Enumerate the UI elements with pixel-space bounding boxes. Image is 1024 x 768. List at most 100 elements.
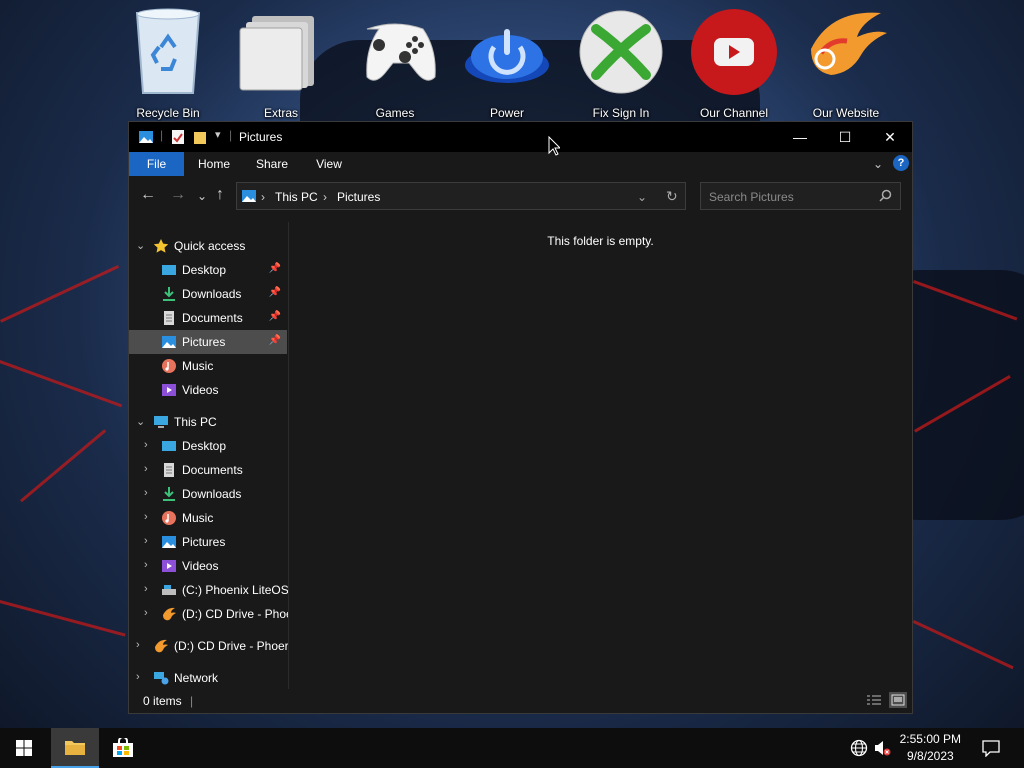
qat-customize-icon[interactable]: ▾ bbox=[215, 128, 221, 141]
nav-pc-d-drive[interactable]: › (D:) CD Drive - Phoe bbox=[129, 602, 289, 626]
volume-muted-icon[interactable] bbox=[873, 739, 891, 762]
chevron-right-icon[interactable]: › bbox=[144, 439, 148, 451]
nav-pc-pictures[interactable]: › Pictures bbox=[129, 530, 287, 554]
minimize-button[interactable]: — bbox=[777, 122, 823, 152]
recent-locations-button[interactable]: ⌄ bbox=[197, 189, 207, 203]
system-clock[interactable]: 2:55:00 PM 9/8/2023 bbox=[900, 731, 961, 765]
taskbar-file-explorer-button[interactable] bbox=[51, 728, 99, 768]
pin-icon[interactable]: 📌 bbox=[269, 287, 281, 298]
desktop-icon bbox=[161, 262, 177, 278]
nav-pc-music[interactable]: › Music bbox=[129, 506, 287, 530]
recycle-bin-icon bbox=[123, 6, 213, 98]
nav-this-pc[interactable]: ⌄ This PC bbox=[129, 410, 287, 434]
search-input[interactable] bbox=[701, 183, 881, 211]
network-globe-icon[interactable] bbox=[850, 739, 868, 762]
chevron-down-icon[interactable]: ⌄ bbox=[136, 415, 145, 428]
nav-qa-downloads[interactable]: Downloads 📌 bbox=[129, 282, 287, 306]
pictures-location-icon bbox=[241, 188, 257, 209]
nav-qa-desktop[interactable]: Desktop 📌 bbox=[129, 258, 287, 282]
qat-divider: | bbox=[160, 128, 164, 142]
address-bar[interactable]: › This PC › Pictures ⌄ ↻ bbox=[236, 182, 686, 210]
wallpaper-line bbox=[20, 429, 107, 503]
gamepad-icon bbox=[350, 6, 440, 98]
desktop-icon-fix-sign-in[interactable]: Fix Sign In bbox=[566, 6, 676, 120]
maximize-button[interactable]: ☐ bbox=[822, 122, 868, 152]
network-icon bbox=[153, 670, 169, 686]
tab-home[interactable]: Home bbox=[191, 152, 237, 176]
desktop-icon-extras[interactable]: Extras bbox=[226, 6, 336, 120]
phoenix-icon bbox=[801, 6, 891, 98]
nav-qa-music[interactable]: Music bbox=[129, 354, 287, 378]
chevron-right-icon[interactable]: › bbox=[144, 511, 148, 523]
up-button[interactable]: ↑ bbox=[216, 186, 224, 204]
nav-label: Pictures bbox=[182, 335, 226, 349]
empty-folder-message: This folder is empty. bbox=[547, 234, 654, 248]
youtube-icon bbox=[689, 6, 779, 98]
chevron-right-icon[interactable]: › bbox=[144, 559, 148, 571]
forward-button[interactable]: → bbox=[170, 186, 186, 204]
close-icon: ✕ bbox=[884, 128, 896, 145]
nav-network[interactable]: › Network bbox=[129, 666, 287, 690]
details-view-icon[interactable] bbox=[867, 694, 881, 712]
desktop-icon-our-website[interactable]: Our Website bbox=[791, 6, 901, 120]
properties-icon[interactable] bbox=[171, 129, 185, 150]
address-dropdown-icon[interactable]: ⌄ bbox=[637, 190, 647, 204]
nav-pc-c-drive[interactable]: › (C:) Phoenix LiteOS bbox=[129, 578, 289, 602]
new-folder-icon[interactable] bbox=[193, 129, 207, 150]
help-icon[interactable]: ? bbox=[893, 155, 909, 171]
pin-icon[interactable]: 📌 bbox=[269, 311, 281, 322]
nav-qa-documents[interactable]: Documents 📌 bbox=[129, 306, 287, 330]
nav-qa-pictures[interactable]: Pictures 📌 bbox=[129, 330, 287, 354]
nav-pc-desktop[interactable]: › Desktop bbox=[129, 434, 287, 458]
start-button[interactable] bbox=[0, 728, 48, 768]
chevron-right-icon[interactable]: › bbox=[136, 671, 140, 683]
xbox-icon bbox=[576, 6, 666, 98]
tab-file[interactable]: File bbox=[129, 152, 184, 176]
search-icon[interactable] bbox=[879, 189, 892, 207]
chevron-right-icon[interactable]: › bbox=[144, 487, 148, 499]
desktop-icon-power[interactable]: Power bbox=[452, 6, 562, 120]
chevron-right-icon[interactable]: › bbox=[144, 463, 148, 475]
pictures-icon bbox=[161, 334, 177, 350]
chevron-right-icon[interactable]: › bbox=[144, 583, 148, 595]
breadcrumb-separator-icon: › bbox=[323, 190, 327, 204]
music-icon bbox=[161, 510, 177, 526]
back-button[interactable]: ← bbox=[140, 186, 156, 204]
desktop-icon-recycle-bin[interactable]: Recycle Bin bbox=[113, 6, 223, 120]
action-center-icon[interactable] bbox=[982, 739, 1000, 762]
nav-pc-videos[interactable]: › Videos bbox=[129, 554, 287, 578]
chevron-right-icon[interactable]: › bbox=[144, 535, 148, 547]
item-count: 0 items bbox=[143, 694, 182, 708]
hard-drive-icon bbox=[161, 582, 177, 598]
refresh-icon[interactable]: ↻ bbox=[666, 188, 678, 205]
nav-label: Documents bbox=[182, 463, 243, 477]
breadcrumb-pictures[interactable]: Pictures bbox=[337, 190, 380, 204]
desktop-icon-our-channel[interactable]: Our Channel bbox=[679, 6, 789, 120]
pin-icon[interactable]: 📌 bbox=[269, 335, 281, 346]
chevron-down-icon[interactable]: ⌄ bbox=[136, 239, 145, 252]
breadcrumb-this-pc[interactable]: This PC bbox=[275, 190, 318, 204]
nav-pc-documents[interactable]: › Documents bbox=[129, 458, 287, 482]
close-button[interactable]: ✕ bbox=[867, 122, 913, 152]
wallpaper-line bbox=[0, 360, 123, 408]
file-list-area[interactable]: This folder is empty. bbox=[289, 216, 912, 690]
desktop-icon-games[interactable]: Games bbox=[340, 6, 450, 120]
ribbon-expand-icon[interactable]: ⌄ bbox=[873, 157, 883, 171]
pin-icon[interactable]: 📌 bbox=[269, 263, 281, 274]
chevron-right-icon[interactable]: › bbox=[136, 639, 140, 651]
address-row: ← → ⌄ ↑ › This PC › Pictures ⌄ ↻ bbox=[129, 176, 912, 216]
search-box[interactable] bbox=[700, 182, 901, 211]
title-divider: | bbox=[229, 128, 233, 142]
mouse-cursor-icon bbox=[548, 135, 562, 161]
taskbar-store-button[interactable] bbox=[99, 728, 147, 768]
tab-view[interactable]: View bbox=[307, 152, 351, 176]
tab-share[interactable]: Share bbox=[249, 152, 295, 176]
nav-cd-drive[interactable]: › (D:) CD Drive - Phoer bbox=[129, 634, 289, 658]
title-bar[interactable]: | ▾ | Pictures — ☐ ✕ bbox=[129, 122, 912, 152]
large-icons-view-icon[interactable] bbox=[889, 692, 907, 708]
nav-pc-downloads[interactable]: › Downloads bbox=[129, 482, 287, 506]
nav-qa-videos[interactable]: Videos bbox=[129, 378, 287, 402]
download-icon bbox=[161, 486, 177, 502]
nav-quick-access[interactable]: ⌄ Quick access bbox=[129, 234, 287, 258]
chevron-right-icon[interactable]: › bbox=[144, 607, 148, 619]
